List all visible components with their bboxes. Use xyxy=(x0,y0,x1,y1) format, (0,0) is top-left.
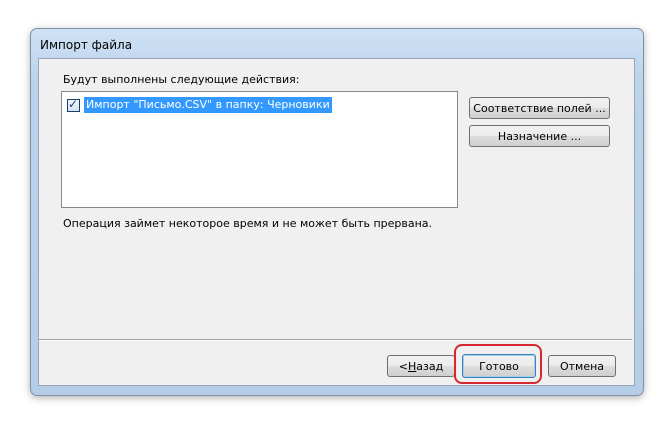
destination-button[interactable]: Назначение ... xyxy=(469,125,610,147)
map-fields-button[interactable]: Соответствие полей ... xyxy=(469,97,610,119)
operation-note: Операция займет некоторое время и не мож… xyxy=(63,217,433,230)
actions-list[interactable]: ✓ Импорт "Письмо.CSV" в папку: Черновики xyxy=(61,91,458,208)
footer-separator xyxy=(39,339,632,341)
list-item[interactable]: ✓ Импорт "Письмо.CSV" в папку: Черновики xyxy=(67,97,332,113)
cancel-button[interactable]: Отмена xyxy=(548,355,616,377)
back-button[interactable]: < Назад xyxy=(387,355,455,377)
checkmark-icon: ✓ xyxy=(68,96,79,111)
back-button-prefix: < xyxy=(398,359,408,373)
action-checkbox[interactable]: ✓ xyxy=(67,96,80,112)
action-item-label: Импорт "Письмо.CSV" в папку: Черновики xyxy=(84,97,332,113)
finish-button[interactable]: Готово xyxy=(462,354,536,378)
back-button-accel: Н xyxy=(408,359,417,373)
dialog-title: Импорт файла xyxy=(40,38,133,52)
back-button-rest: азад xyxy=(416,359,444,373)
actions-label: Будут выполнены следующие действия: xyxy=(63,73,300,86)
